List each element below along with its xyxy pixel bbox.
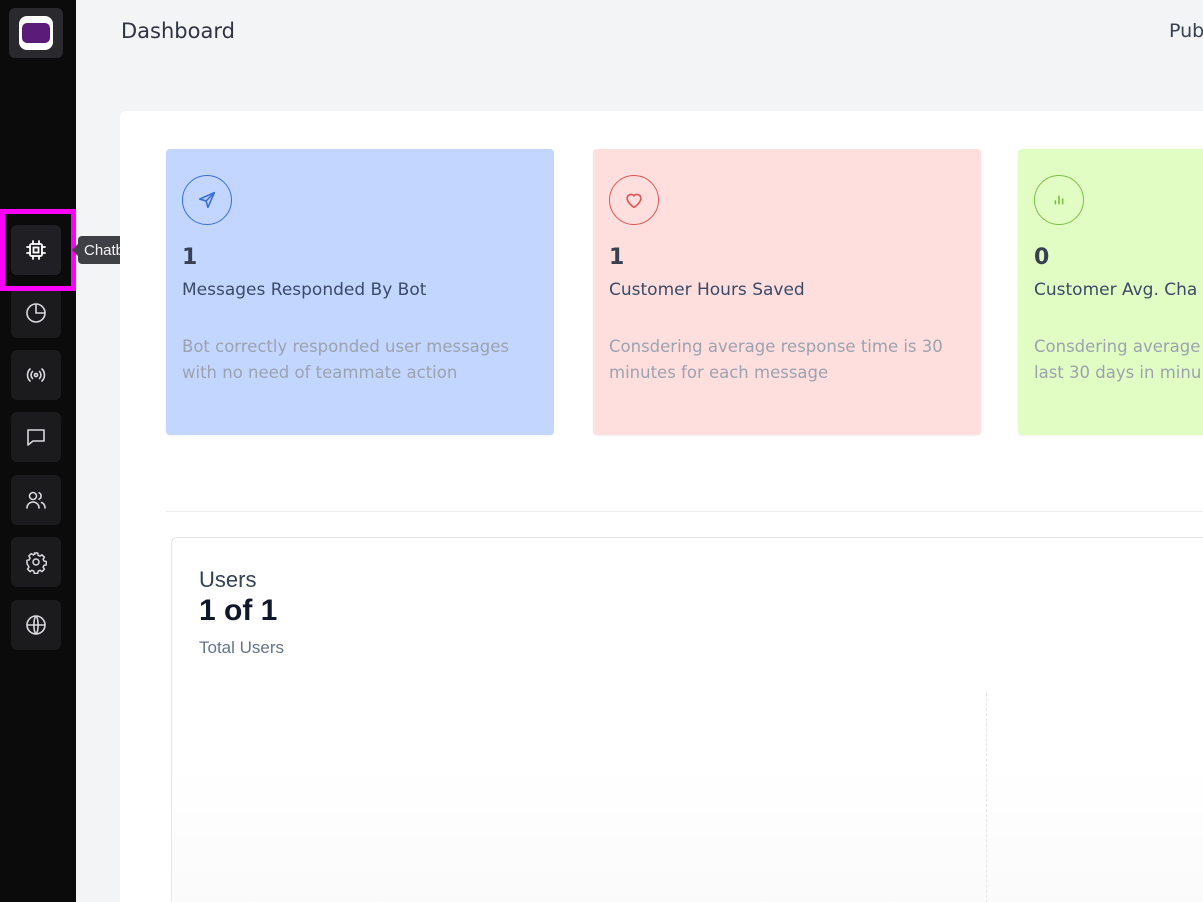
logo-frame bbox=[19, 16, 53, 50]
header-right-link[interactable]: Pub bbox=[1169, 20, 1203, 42]
heart-icon bbox=[626, 193, 642, 209]
sidebar-item-analytics[interactable] bbox=[11, 288, 61, 338]
users-count: 1 of 1 bbox=[199, 594, 278, 627]
gear-icon bbox=[26, 552, 47, 574]
card-icon-circle bbox=[182, 175, 232, 225]
sidebar bbox=[0, 0, 76, 902]
card-value: 1 bbox=[182, 245, 198, 270]
card-title: Customer Hours Saved bbox=[609, 280, 805, 300]
users-subtitle: Total Users bbox=[199, 638, 285, 657]
card-description-line: Consdering average bbox=[1034, 337, 1201, 356]
users-chart-card: Users 1 of 1 Total Users bbox=[171, 537, 1203, 902]
card-description: Bot correctly responded user messages wi… bbox=[182, 337, 510, 382]
card-title: Customer Avg. Cha bbox=[1034, 280, 1198, 300]
card-icon-circle bbox=[1034, 175, 1084, 225]
app-logo[interactable] bbox=[9, 8, 63, 58]
card-description: Consdering average response time is 30 m… bbox=[609, 337, 943, 382]
globe-icon bbox=[26, 615, 46, 635]
card-value: 0 bbox=[1034, 245, 1050, 270]
stat-card-avg-chat: 0 Customer Avg. Cha Consdering average l… bbox=[1018, 149, 1203, 435]
sidebar-item-settings[interactable] bbox=[11, 537, 61, 587]
card-icon-circle bbox=[609, 175, 659, 225]
message-icon bbox=[27, 429, 45, 446]
logo-mark bbox=[22, 23, 50, 43]
card-value: 1 bbox=[609, 245, 625, 270]
users-icon bbox=[26, 491, 46, 509]
page-title: Dashboard bbox=[121, 19, 235, 43]
pie-chart-icon bbox=[26, 303, 46, 323]
stat-card-messages-responded: 1 Messages Responded By Bot Bot correctl… bbox=[166, 149, 554, 435]
broadcast-icon bbox=[26, 368, 46, 382]
sidebar-item-messages[interactable] bbox=[11, 412, 61, 462]
active-item-highlight bbox=[0, 209, 76, 291]
section-divider bbox=[166, 511, 1203, 512]
card-title: Messages Responded By Bot bbox=[182, 280, 427, 300]
chart-gridline bbox=[986, 693, 987, 902]
bar-chart-icon bbox=[1054, 195, 1064, 205]
stat-card-hours-saved: 1 Customer Hours Saved Consdering averag… bbox=[593, 149, 981, 435]
card-description-line: last 30 days in minu bbox=[1034, 363, 1202, 382]
sidebar-item-broadcast[interactable] bbox=[11, 350, 61, 400]
sidebar-item-web[interactable] bbox=[11, 600, 61, 650]
users-label: Users bbox=[199, 567, 257, 592]
send-icon bbox=[198, 191, 216, 209]
card-description: Consdering average last 30 days in minu bbox=[1034, 334, 1203, 386]
sidebar-item-users[interactable] bbox=[11, 475, 61, 525]
